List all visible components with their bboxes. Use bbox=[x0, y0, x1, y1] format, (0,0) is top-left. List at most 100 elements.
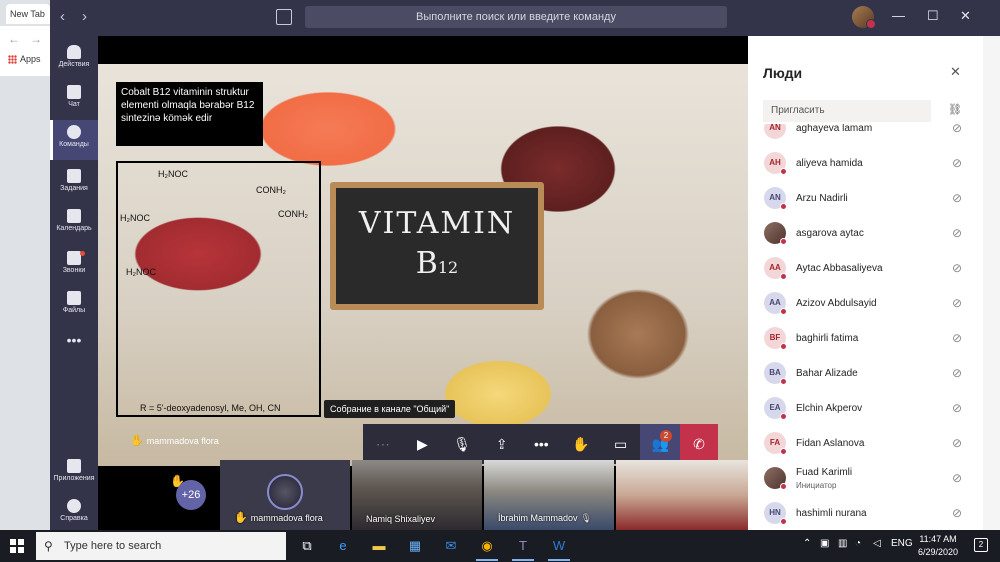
browser-tab[interactable]: New Tab bbox=[6, 4, 50, 24]
apps-label: Apps bbox=[20, 54, 41, 64]
list-item[interactable]: BF baghirli fatima ⊘ bbox=[748, 322, 983, 357]
browser-nav: ← → bbox=[8, 32, 52, 46]
volume-icon[interactable]: ◁ bbox=[873, 538, 881, 549]
participant-tile[interactable] bbox=[616, 460, 748, 530]
back-chevron-icon[interactable]: ‹ bbox=[60, 8, 65, 25]
raise-hand-icon[interactable]: ✋ bbox=[561, 424, 601, 464]
more-participants[interactable]: +26 bbox=[176, 480, 206, 510]
teams-taskbar-icon[interactable]: T bbox=[506, 534, 540, 561]
clock[interactable]: 11:47 AM 6/29/2020 bbox=[912, 533, 964, 559]
mic-off-icon: ⊘ bbox=[952, 156, 963, 170]
calendar-icon bbox=[67, 209, 81, 223]
browser-scrollbar[interactable] bbox=[983, 36, 1000, 530]
rail-item-calendar[interactable]: Календарь bbox=[50, 204, 98, 244]
compose-icon[interactable] bbox=[276, 9, 292, 25]
apps-icon bbox=[67, 459, 81, 473]
participant-tile[interactable]: Namiq Shixaliyev bbox=[352, 460, 482, 530]
list-item[interactable]: FA Fidan Aslanova ⊘ bbox=[748, 427, 983, 462]
chalk-subtitle: B12 bbox=[336, 246, 538, 281]
list-item[interactable]: FK Fuad Karimli Инициатор ⊘ bbox=[748, 462, 983, 497]
rail-item-teams[interactable]: Команды bbox=[50, 120, 98, 160]
windows-start-icon[interactable] bbox=[10, 539, 24, 553]
status-dot bbox=[780, 413, 787, 420]
more-apps-icon[interactable]: ••• bbox=[50, 332, 98, 348]
mic-off-icon: ⊘ bbox=[952, 366, 963, 380]
mic-muted-icon[interactable]: 🎙 bbox=[442, 424, 482, 464]
chrome-icon[interactable]: ◉ bbox=[470, 534, 504, 561]
language-indicator[interactable]: ENG bbox=[891, 538, 913, 549]
participants-icon[interactable]: 👥 2 bbox=[640, 424, 680, 464]
minimize-icon[interactable]: — bbox=[892, 8, 905, 23]
person-name: baghirli fatima bbox=[796, 333, 859, 344]
mic-off-icon: ⊘ bbox=[952, 436, 963, 450]
more-actions-icon[interactable]: ••• bbox=[522, 424, 562, 464]
people-list: AN aghayeva lamam ⊘ AH aliyeva hamida ⊘ … bbox=[748, 124, 983, 530]
participant-name: Namiq Shixaliyev bbox=[366, 514, 436, 524]
person-name: Bahar Alizade bbox=[796, 368, 858, 379]
rail-item-calls[interactable]: Звонки bbox=[50, 246, 98, 286]
forward-arrow-icon[interactable]: → bbox=[30, 32, 42, 46]
mail-icon[interactable]: ✉ bbox=[434, 534, 468, 558]
chat-toggle-icon[interactable]: ▭ bbox=[601, 424, 641, 464]
avatar: AN bbox=[764, 124, 786, 139]
participants-badge: 2 bbox=[660, 430, 672, 442]
link-icon[interactable]: ⛓ bbox=[948, 103, 962, 116]
edge-icon[interactable]: e bbox=[326, 534, 360, 558]
list-item[interactable]: AA Aytac Abbasaliyeva ⊘ bbox=[748, 252, 983, 287]
list-item[interactable]: EA Elchin Akperov ⊘ bbox=[748, 392, 983, 427]
rail-item-apps[interactable]: Приложения bbox=[50, 454, 98, 494]
participant-strip: ✋ +26 ✋ mammadova flora Namiq Shixaliyev … bbox=[98, 460, 748, 530]
status-dot bbox=[780, 168, 787, 175]
list-item[interactable]: a asgarova aytac ⊘ bbox=[748, 217, 983, 252]
list-item[interactable]: AN aghayeva lamam ⊘ bbox=[748, 124, 983, 147]
raised-hand-icon: ✋ bbox=[130, 435, 144, 447]
maximize-icon[interactable]: ☐ bbox=[927, 8, 939, 24]
command-search-input[interactable]: Выполните поиск или введите команду bbox=[305, 6, 727, 28]
taskbar-search-input[interactable]: ⚲ Type here to search bbox=[36, 532, 286, 560]
rail-item-files[interactable]: Файлы bbox=[50, 286, 98, 326]
call-controls: ⋯ ▶ 🎙 ⇪ ••• ✋ ▭ 👥 2 ✆ bbox=[363, 424, 718, 464]
share-screen-icon[interactable]: ⇪ bbox=[482, 424, 522, 464]
camera-icon[interactable]: ▶ bbox=[403, 424, 443, 464]
network-icon[interactable]: ▥ bbox=[838, 538, 847, 549]
rail-item-activity[interactable]: Действия bbox=[50, 40, 98, 80]
word-icon[interactable]: W bbox=[542, 534, 576, 561]
list-item[interactable]: BA Bahar Alizade ⊘ bbox=[748, 357, 983, 392]
close-icon[interactable]: ✕ bbox=[960, 8, 971, 24]
tray-app-icon[interactable]: ▣ bbox=[820, 538, 829, 549]
profile-avatar[interactable] bbox=[852, 6, 876, 29]
list-item[interactable]: AA Azizov Abdulsayid ⊘ bbox=[748, 287, 983, 322]
list-item[interactable]: HN hashimli nurana ⊘ bbox=[748, 497, 983, 530]
list-item[interactable]: AH aliyeva hamida ⊘ bbox=[748, 147, 983, 182]
person-name: Elchin Akperov bbox=[796, 403, 863, 414]
bookmarks-apps[interactable]: Apps bbox=[8, 54, 41, 64]
tray-chevron-icon[interactable]: ⌃ bbox=[803, 538, 811, 549]
status-dot bbox=[780, 378, 787, 385]
rail-label: Чат bbox=[68, 101, 80, 108]
files-icon bbox=[67, 291, 81, 305]
status-dot bbox=[780, 518, 787, 525]
rail-item-help[interactable]: Справка bbox=[50, 494, 98, 534]
mic-off-icon: ⊘ bbox=[952, 471, 963, 485]
file-explorer-icon[interactable]: ▬ bbox=[362, 534, 396, 558]
store-icon[interactable]: ▦ bbox=[398, 534, 432, 558]
chalk-b: B bbox=[415, 246, 438, 281]
task-view-icon[interactable]: ⧉ bbox=[290, 534, 324, 558]
list-item[interactable]: AN Arzu Nadirli ⊘ bbox=[748, 182, 983, 217]
back-arrow-icon[interactable]: ← bbox=[8, 32, 20, 46]
invite-input[interactable]: Пригласить bbox=[763, 100, 931, 122]
hang-up-icon[interactable]: ✆ bbox=[680, 424, 718, 464]
participant-name-text: mammadova flora bbox=[250, 513, 323, 523]
participant-tile[interactable]: ✋ mammadova flora bbox=[220, 460, 350, 530]
person-name: Fuad Karimli bbox=[796, 467, 853, 478]
participant-tile[interactable]: İbrahim Mammadov 🎙 bbox=[484, 460, 614, 530]
forward-chevron-icon[interactable]: › bbox=[82, 8, 87, 25]
formula-label: CONH₂ bbox=[256, 185, 286, 195]
notification-center-icon[interactable]: 2 bbox=[974, 538, 988, 552]
close-icon[interactable]: ✕ bbox=[950, 64, 961, 80]
person-name: aghayeva lamam bbox=[796, 124, 873, 134]
app-rail: Действия Чат Команды Задания Календарь З… bbox=[50, 36, 98, 530]
rail-item-assignments[interactable]: Задания bbox=[50, 164, 98, 204]
wifi-icon[interactable]: ◔ bbox=[855, 538, 861, 549]
rail-item-chat[interactable]: Чат bbox=[50, 80, 98, 120]
